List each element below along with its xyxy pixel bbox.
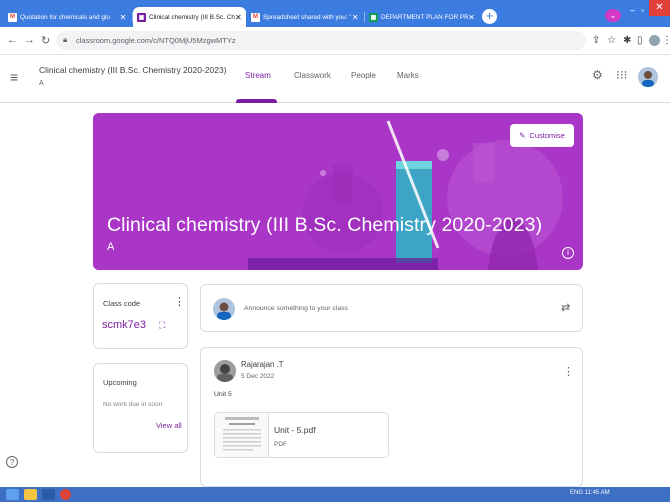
upcoming-card: Upcoming No work due in soon View all — [93, 363, 188, 453]
close-icon[interactable]: ✕ — [468, 13, 475, 22]
gmail-icon: M — [251, 12, 260, 22]
avatar-image — [214, 360, 236, 382]
upcoming-empty-text: No work due in soon — [103, 401, 163, 408]
avatar-image — [213, 298, 235, 320]
window-close-icon[interactable]: ✕ — [649, 0, 670, 16]
banner-class-title: Clinical chemistry (III B.Sc. Chemistry … — [107, 214, 543, 236]
tab-title: DEPARTMENT PLAN FOR PRESE — [381, 13, 469, 21]
info-icon[interactable]: i — [562, 247, 574, 259]
class-title[interactable]: Clinical chemistry (III B.Sc. Chemistry … — [39, 65, 227, 75]
apps-grid-icon[interactable]: ⁝⁝⁝ — [616, 68, 627, 82]
attachment-type: PDF — [274, 441, 287, 448]
minimize-icon[interactable]: – — [630, 5, 635, 15]
class-code-value: scmk7e3 — [102, 319, 147, 331]
close-icon[interactable]: ✕ — [235, 13, 242, 22]
extensions-icon[interactable]: ✱ — [623, 35, 631, 46]
user-avatar — [213, 298, 235, 320]
more-options-icon[interactable]: ⋮ — [563, 365, 574, 378]
tab-title: Quotation for chemicals and glo — [20, 13, 110, 21]
announce-placeholder[interactable]: Announce something to your class — [244, 305, 348, 312]
tab-marks[interactable]: Marks — [397, 71, 419, 80]
class-code-label: Class code — [103, 299, 141, 308]
system-tray-clock[interactable]: ENG 11:45 AM — [570, 490, 610, 496]
browser-tab-spreadsheet[interactable]: M Spreadsheet shared with you: "C ✕ — [247, 7, 363, 27]
classroom-header: ≡ Clinical chemistry (III B.Sc. Chemistr… — [0, 55, 670, 103]
lock-icon[interactable]: 🔒︎ — [63, 35, 67, 45]
windows-taskbar: ENG 11:45 AM — [0, 487, 670, 502]
view-all-link[interactable]: View all — [156, 421, 182, 430]
reload-icon[interactable]: ↻ — [41, 34, 50, 47]
browser-tab-strip: M Quotation for chemicals and glo ✕ ▣ Cl… — [0, 0, 670, 27]
help-icon[interactable]: ? — [6, 456, 18, 468]
tab-title: Clinical chemistry (III B.Sc. Chem — [149, 13, 235, 21]
post-date: 5 Dec 2022 — [241, 373, 275, 380]
class-section: A — [39, 80, 44, 87]
repost-icon[interactable]: ⇄ — [561, 301, 570, 314]
address-bar[interactable]: 🔒︎ classroom.google.com/c/NTQ0MjU5MzgwMT… — [56, 31, 586, 50]
more-options-icon[interactable]: ⋮ — [174, 295, 185, 308]
profile-avatar-icon[interactable] — [649, 35, 660, 46]
close-icon[interactable]: ✕ — [119, 13, 127, 22]
share-icon[interactable]: ⇪ — [592, 35, 600, 46]
class-code-card: Class code ⋮ scmk7e3 ⛶ — [93, 283, 188, 349]
tab-classwork[interactable]: Classwork — [294, 71, 331, 80]
stream-post: Rajarajan .T 5 Dec 2022 ⋮ Unit 5 Unit - … — [200, 347, 583, 487]
active-tab-indicator — [236, 99, 277, 103]
file-explorer-icon[interactable] — [24, 489, 37, 500]
classroom-icon: ▣ — [137, 12, 146, 22]
class-banner: ✎ Customise Clinical chemistry (III B.Sc… — [93, 113, 583, 270]
document-preview-icon — [223, 417, 261, 451]
start-windows-icon[interactable] — [6, 489, 19, 500]
close-icon[interactable]: ✕ — [351, 13, 359, 22]
chrome-menu-icon[interactable]: ⋮ — [662, 35, 670, 46]
tab-people[interactable]: People — [351, 71, 376, 80]
banner-section: A — [107, 241, 115, 253]
post-text: Unit 5 — [214, 391, 232, 398]
post-author: Rajarajan .T — [241, 360, 284, 369]
attachment-name[interactable]: Unit - 5.pdf — [274, 425, 316, 435]
back-arrow-icon[interactable]: ← — [7, 34, 18, 46]
avatar-image — [638, 67, 658, 87]
customise-button[interactable]: ✎ Customise — [510, 124, 574, 147]
upcoming-label: Upcoming — [103, 378, 137, 387]
settings-gear-icon[interactable]: ⚙ — [592, 68, 603, 82]
chrome-icon[interactable] — [60, 489, 71, 500]
sidebar-icon[interactable]: ▯ — [637, 35, 643, 46]
tab-title: Spreadsheet shared with you: "C — [263, 13, 352, 21]
fullscreen-icon[interactable]: ⛶ — [159, 320, 165, 331]
pdf-attachment[interactable]: Unit - 5.pdf PDF — [214, 412, 389, 458]
new-tab-button[interactable]: + — [482, 9, 497, 24]
sheets-icon: ▦ — [369, 12, 378, 22]
tab-search-chevron-icon[interactable]: ⌄ — [605, 9, 621, 22]
announce-box[interactable]: Announce something to your class ⇄ — [200, 284, 583, 332]
pdf-thumbnail — [215, 413, 269, 457]
author-avatar — [214, 360, 236, 382]
maximize-icon[interactable]: ▫ — [641, 5, 644, 15]
tab-stream[interactable]: Stream — [245, 71, 271, 80]
word-icon[interactable] — [42, 489, 55, 500]
hamburger-menu-icon[interactable]: ≡ — [10, 69, 18, 85]
browser-tab-quotation[interactable]: M Quotation for chemicals and glo ✕ — [4, 7, 131, 27]
account-avatar[interactable] — [638, 67, 658, 87]
bookmark-star-icon[interactable]: ☆ — [607, 35, 616, 46]
browser-toolbar: ← → ↻ 🔒︎ classroom.google.com/c/NTQ0MjU5… — [0, 27, 670, 55]
pencil-icon: ✎ — [519, 131, 526, 140]
browser-tab-classroom[interactable]: ▣ Clinical chemistry (III B.Sc. Chem ✕ — [133, 7, 246, 27]
url-text[interactable]: classroom.google.com/c/NTQ0MjU5MzgwMTYz — [76, 36, 236, 45]
forward-arrow-icon[interactable]: → — [24, 34, 35, 46]
gmail-icon: M — [8, 12, 17, 22]
customise-label: Customise — [529, 131, 565, 140]
browser-tab-department-plan[interactable]: ▦ DEPARTMENT PLAN FOR PRESE ✕ — [365, 7, 479, 27]
